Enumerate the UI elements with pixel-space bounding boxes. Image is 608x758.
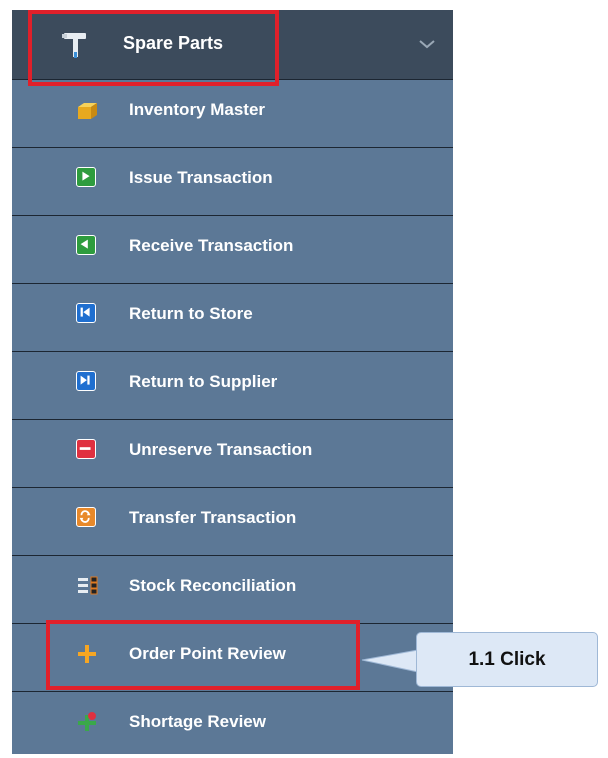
menu-item-stock-reconciliation[interactable]: Stock Reconciliation — [12, 555, 453, 622]
sidebar-menu: Spare Parts Inventory Master Issue Trans… — [12, 10, 453, 754]
callout-text: 1.1 Click — [468, 648, 546, 670]
menu-item-return-to-supplier[interactable]: Return to Supplier — [12, 351, 453, 418]
menu-item-return-to-store[interactable]: Return to Store — [12, 283, 453, 350]
reconciliation-icon — [78, 576, 98, 595]
menu-item-transfer-transaction[interactable]: Transfer Transaction — [12, 487, 453, 554]
menu-item-shortage-review[interactable]: Shortage Review — [12, 691, 453, 758]
menu-item-label: Stock Reconciliation — [129, 576, 297, 595]
menu-item-label: Return to Supplier — [129, 372, 278, 391]
menu-item-label: Unreserve Transaction — [129, 440, 313, 459]
menu-item-label: Issue Transaction — [129, 168, 273, 187]
menu-item-label: Transfer Transaction — [129, 508, 297, 527]
play-left-icon — [76, 235, 98, 257]
minus-icon — [76, 439, 98, 461]
plus-icon — [78, 645, 96, 663]
menu-item-issue-transaction[interactable]: Issue Transaction — [12, 147, 453, 214]
skip-back-icon — [76, 303, 98, 325]
menu-header-label: Spare Parts — [123, 33, 224, 53]
menu-item-label: Inventory Master — [129, 100, 266, 119]
menu-item-label: Shortage Review — [129, 712, 266, 731]
menu-item-label: Order Point Review — [129, 644, 286, 663]
menu-item-label: Return to Store — [129, 304, 253, 323]
shortage-icon — [78, 712, 96, 731]
skip-forward-icon — [76, 371, 98, 393]
callout-annotation: 1.1 Click — [416, 632, 598, 687]
transfer-icon — [76, 507, 98, 529]
callout-pointer — [361, 649, 419, 673]
menu-item-label: Receive Transaction — [129, 236, 294, 255]
menu-item-unreserve-transaction[interactable]: Unreserve Transaction — [12, 419, 453, 486]
menu-header-spare-parts[interactable]: Spare Parts — [12, 10, 453, 80]
menu-item-receive-transaction[interactable]: Receive Transaction — [12, 215, 453, 282]
box-icon — [78, 103, 97, 119]
chevron-down-icon[interactable] — [417, 36, 437, 52]
play-right-icon — [76, 167, 98, 189]
menu-item-inventory-master[interactable]: Inventory Master — [12, 79, 453, 146]
hammer-icon — [62, 33, 86, 58]
